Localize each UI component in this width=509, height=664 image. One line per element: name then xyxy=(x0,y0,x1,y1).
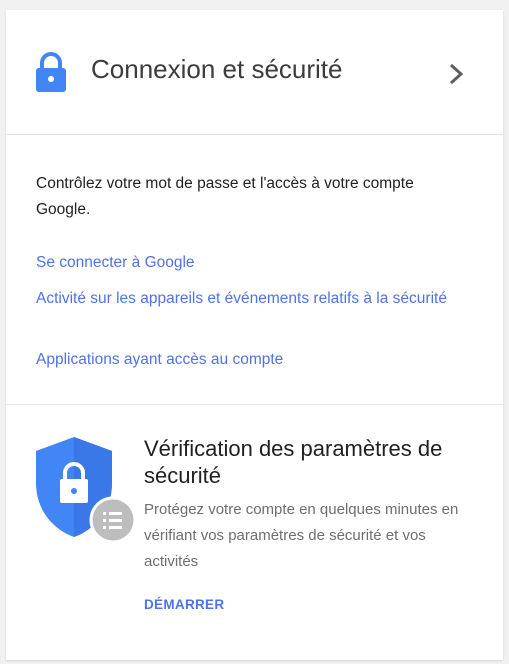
link-apps-access[interactable]: Applications ayant accès au compte xyxy=(36,347,486,373)
start-button[interactable]: DÉMARRER xyxy=(144,597,224,612)
security-card: Connexion et sécurité Contrôlez votre mo… xyxy=(6,10,503,660)
security-check-title: Vérification des paramètres de sécurité xyxy=(144,436,443,488)
page-title: Connexion et sécurité xyxy=(91,54,343,84)
connexion-securite-header[interactable]: Connexion et sécurité xyxy=(6,10,503,135)
link-device-activity[interactable]: Activité sur les appareils et événements… xyxy=(36,286,486,312)
chevron-right-icon[interactable] xyxy=(446,62,466,86)
list-icon xyxy=(103,512,122,529)
password-access-section: Contrôlez votre mot de passe et l'accès … xyxy=(6,135,503,405)
security-checkup-section: Vérification des paramètres de sécurité … xyxy=(6,405,503,660)
security-check-description: Protégez votre compte en quelques minute… xyxy=(144,501,459,570)
section-description: Contrôlez votre mot de passe et l'accès … xyxy=(36,175,414,218)
link-sign-in-google[interactable]: Se connecter à Google xyxy=(36,250,486,276)
shield-lock-icon xyxy=(36,437,134,544)
lock-icon xyxy=(36,52,66,92)
